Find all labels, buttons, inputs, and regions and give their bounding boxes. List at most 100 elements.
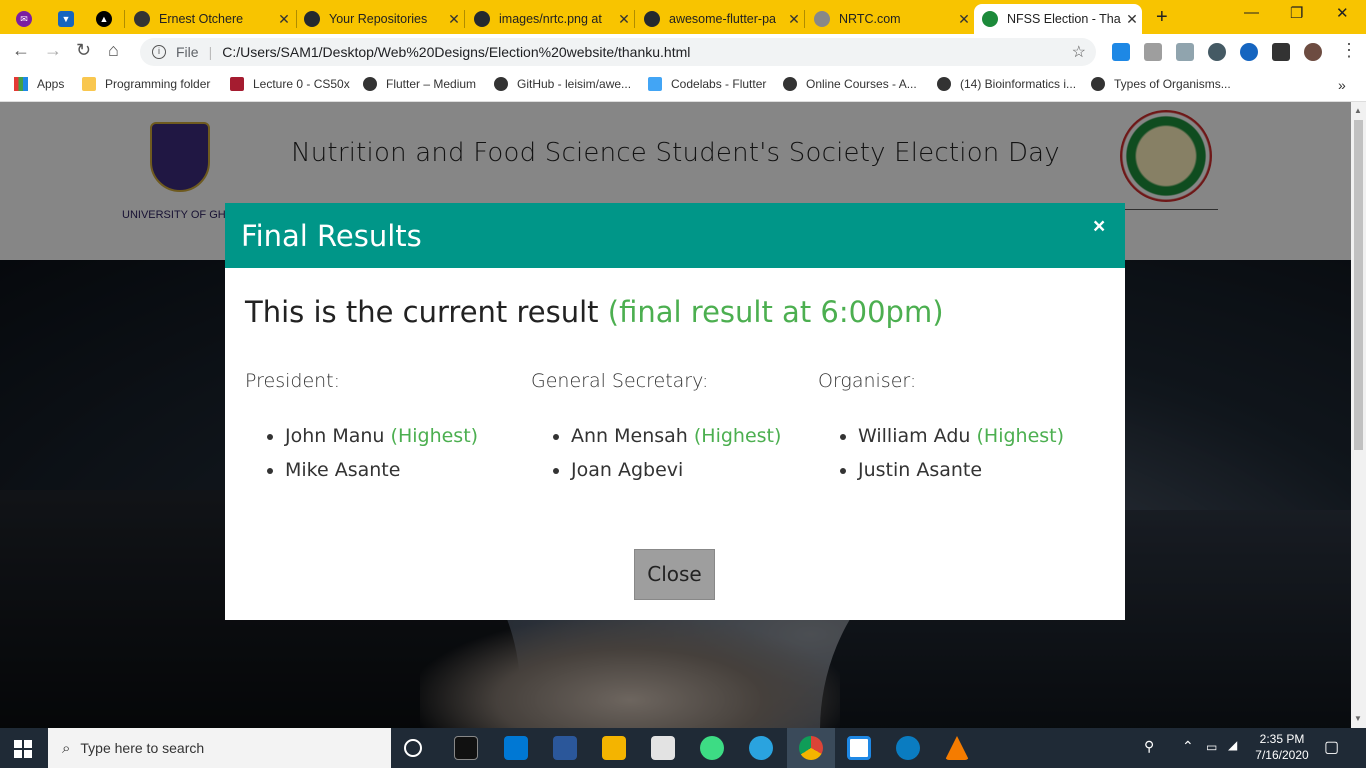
task-view-icon[interactable]	[404, 739, 422, 757]
bookmark-programming-folder[interactable]: Programming folder	[82, 77, 210, 91]
tab-title: Ernest Otchere	[159, 12, 244, 26]
start-button[interactable]	[14, 740, 32, 758]
bookmark-label: (14) Bioinformatics i...	[960, 77, 1077, 91]
app-icon[interactable]	[847, 736, 871, 760]
extension-translate-icon[interactable]	[1112, 43, 1130, 61]
windows-logo-icon	[24, 740, 32, 748]
people-icon[interactable]: ⚲	[1144, 738, 1154, 755]
bookmark-label: Types of Organisms...	[1114, 77, 1231, 91]
bookmark-label: Codelabs - Flutter	[671, 77, 767, 91]
browser-toolbar: ← → ↻ ⌂ i File | C:/Users/SAM1/Desktop/W…	[0, 34, 1366, 70]
candidate-name: Justin Asante	[858, 459, 983, 481]
notifications-icon[interactable]: ▢	[1324, 737, 1339, 757]
close-icon[interactable]: ✕	[444, 11, 464, 28]
vscode-icon[interactable]	[504, 736, 528, 760]
close-icon[interactable]: ✕	[1122, 11, 1142, 28]
menu-kebab-icon[interactable]: ⋮	[1340, 40, 1358, 61]
list-item: Justin Asante	[858, 459, 1098, 481]
forward-button[interactable]: →	[44, 40, 62, 61]
address-bar[interactable]: i File | C:/Users/SAM1/Desktop/Web%20Des…	[140, 38, 1096, 66]
tab-nrtc[interactable]: NRTC.com ✕	[806, 4, 974, 34]
tab-strip: ✉ ▼ ▲ Ernest Otchere ✕ Your Repositories ✕…	[0, 0, 1366, 34]
edge-icon[interactable]	[896, 736, 920, 760]
candidate-list: William Adu (Highest) Justin Asante	[818, 425, 1098, 481]
close-icon[interactable]: ✕	[954, 11, 974, 28]
extension-face-icon[interactable]	[1208, 43, 1226, 61]
search-icon: ⌕	[62, 739, 71, 757]
telegram-icon[interactable]	[749, 736, 773, 760]
close-icon[interactable]: ✕	[784, 11, 804, 28]
scroll-down-icon[interactable]: ▼	[1354, 714, 1362, 723]
battery-icon[interactable]: ▭	[1206, 740, 1217, 754]
wifi-icon[interactable]: ◢	[1228, 738, 1237, 752]
android-studio-icon[interactable]	[700, 736, 724, 760]
reload-button[interactable]: ↻	[76, 40, 91, 61]
tab-title: images/nrtc.png at	[499, 12, 602, 26]
tab-ernest[interactable]: Ernest Otchere ✕	[126, 4, 294, 34]
github-icon	[304, 11, 320, 27]
bookmark-online-courses[interactable]: Online Courses - A...	[783, 77, 917, 91]
tab-pinned-mail[interactable]: ✉	[8, 4, 40, 34]
close-icon[interactable]: ✕	[614, 11, 634, 28]
close-button[interactable]: Close	[634, 549, 715, 600]
minimize-button[interactable]: —	[1244, 4, 1259, 21]
tab-pinned-shield[interactable]: ▼	[50, 4, 82, 34]
new-tab-button[interactable]: +	[1156, 6, 1168, 29]
bookmark-bioinformatics[interactable]: (14) Bioinformatics i...	[937, 77, 1076, 91]
tab-title: Your Repositories	[329, 12, 428, 26]
globe-icon	[134, 11, 150, 27]
bookmark-cs50[interactable]: Lecture 0 - CS50x	[230, 77, 350, 91]
tab-title: NRTC.com	[839, 12, 901, 26]
store-icon[interactable]	[651, 736, 675, 760]
back-button[interactable]: ←	[12, 40, 30, 61]
scrollbar-thumb[interactable]	[1354, 120, 1363, 450]
home-button[interactable]: ⌂	[108, 40, 119, 61]
clock-time[interactable]: 2:35 PM	[1254, 732, 1310, 746]
tab-awesome-flutter[interactable]: awesome-flutter-pa ✕	[636, 4, 804, 34]
chevron-up-icon[interactable]: ⌃	[1182, 738, 1194, 755]
bookmark-label: Flutter – Medium	[386, 77, 477, 91]
url-text[interactable]: C:/Users/SAM1/Desktop/Web%20Designs/Elec…	[222, 44, 690, 60]
candidate-name: Joan Agbevi	[571, 459, 684, 481]
bookmark-flutter-medium[interactable]: Flutter – Medium	[363, 77, 476, 91]
bookmark-organisms[interactable]: Types of Organisms...	[1091, 77, 1231, 91]
extension-eyedropper-icon[interactable]	[1144, 43, 1162, 61]
terminal-icon[interactable]	[454, 736, 478, 760]
role-heading: President:	[245, 370, 341, 392]
results-modal: Final Results × This is the current resu…	[225, 203, 1125, 620]
tab-separator	[634, 10, 635, 28]
tab-repositories[interactable]: Your Repositories ✕	[296, 4, 464, 34]
chrome-icon[interactable]	[799, 736, 823, 760]
bookmark-apps[interactable]: Apps	[14, 77, 64, 91]
modal-close-icon[interactable]: ×	[1093, 215, 1105, 239]
candidate-name: Ann Mensah	[571, 425, 688, 447]
info-icon[interactable]: i	[152, 45, 166, 59]
word-icon[interactable]	[553, 736, 577, 760]
clock-date[interactable]: 7/16/2020	[1254, 748, 1310, 762]
globe-icon	[783, 77, 797, 91]
highest-tag: (Highest)	[976, 425, 1065, 447]
taskbar-search-input[interactable]: ⌕ Type here to search	[48, 728, 391, 768]
results-lead: This is the current result (final result…	[245, 295, 944, 329]
tab-pinned-triangle[interactable]: ▲	[88, 4, 120, 34]
file-explorer-icon[interactable]	[602, 736, 626, 760]
extension-download-icon[interactable]	[1176, 43, 1194, 61]
tab-nfss-election[interactable]: NFSS Election - Tha ✕	[974, 4, 1142, 34]
results-column-organiser: Organiser: William Adu (Highest) Justin …	[818, 370, 1098, 493]
folder-icon	[82, 77, 96, 91]
bookmark-codelabs[interactable]: Codelabs - Flutter	[648, 77, 766, 91]
bookmark-star-icon[interactable]: ☆	[1072, 42, 1086, 62]
bookmarks-more-button[interactable]: »	[1338, 77, 1346, 93]
extension-circle-icon[interactable]	[1240, 43, 1258, 61]
bookmark-github-leisim[interactable]: GitHub - leisim/awe...	[494, 77, 631, 91]
page-scrollbar[interactable]: ▲ ▼	[1351, 102, 1366, 728]
close-window-button[interactable]: ✕	[1336, 4, 1349, 22]
vlc-icon[interactable]	[945, 736, 969, 760]
scroll-up-icon[interactable]: ▲	[1354, 106, 1362, 115]
restore-button[interactable]: ❐	[1290, 4, 1303, 22]
windows-logo-icon	[14, 740, 22, 748]
avatar[interactable]	[1304, 43, 1322, 61]
tab-nrtc-image[interactable]: images/nrtc.png at ✕	[466, 4, 634, 34]
close-icon[interactable]: ✕	[274, 11, 294, 28]
extensions-puzzle-icon[interactable]	[1272, 43, 1290, 61]
